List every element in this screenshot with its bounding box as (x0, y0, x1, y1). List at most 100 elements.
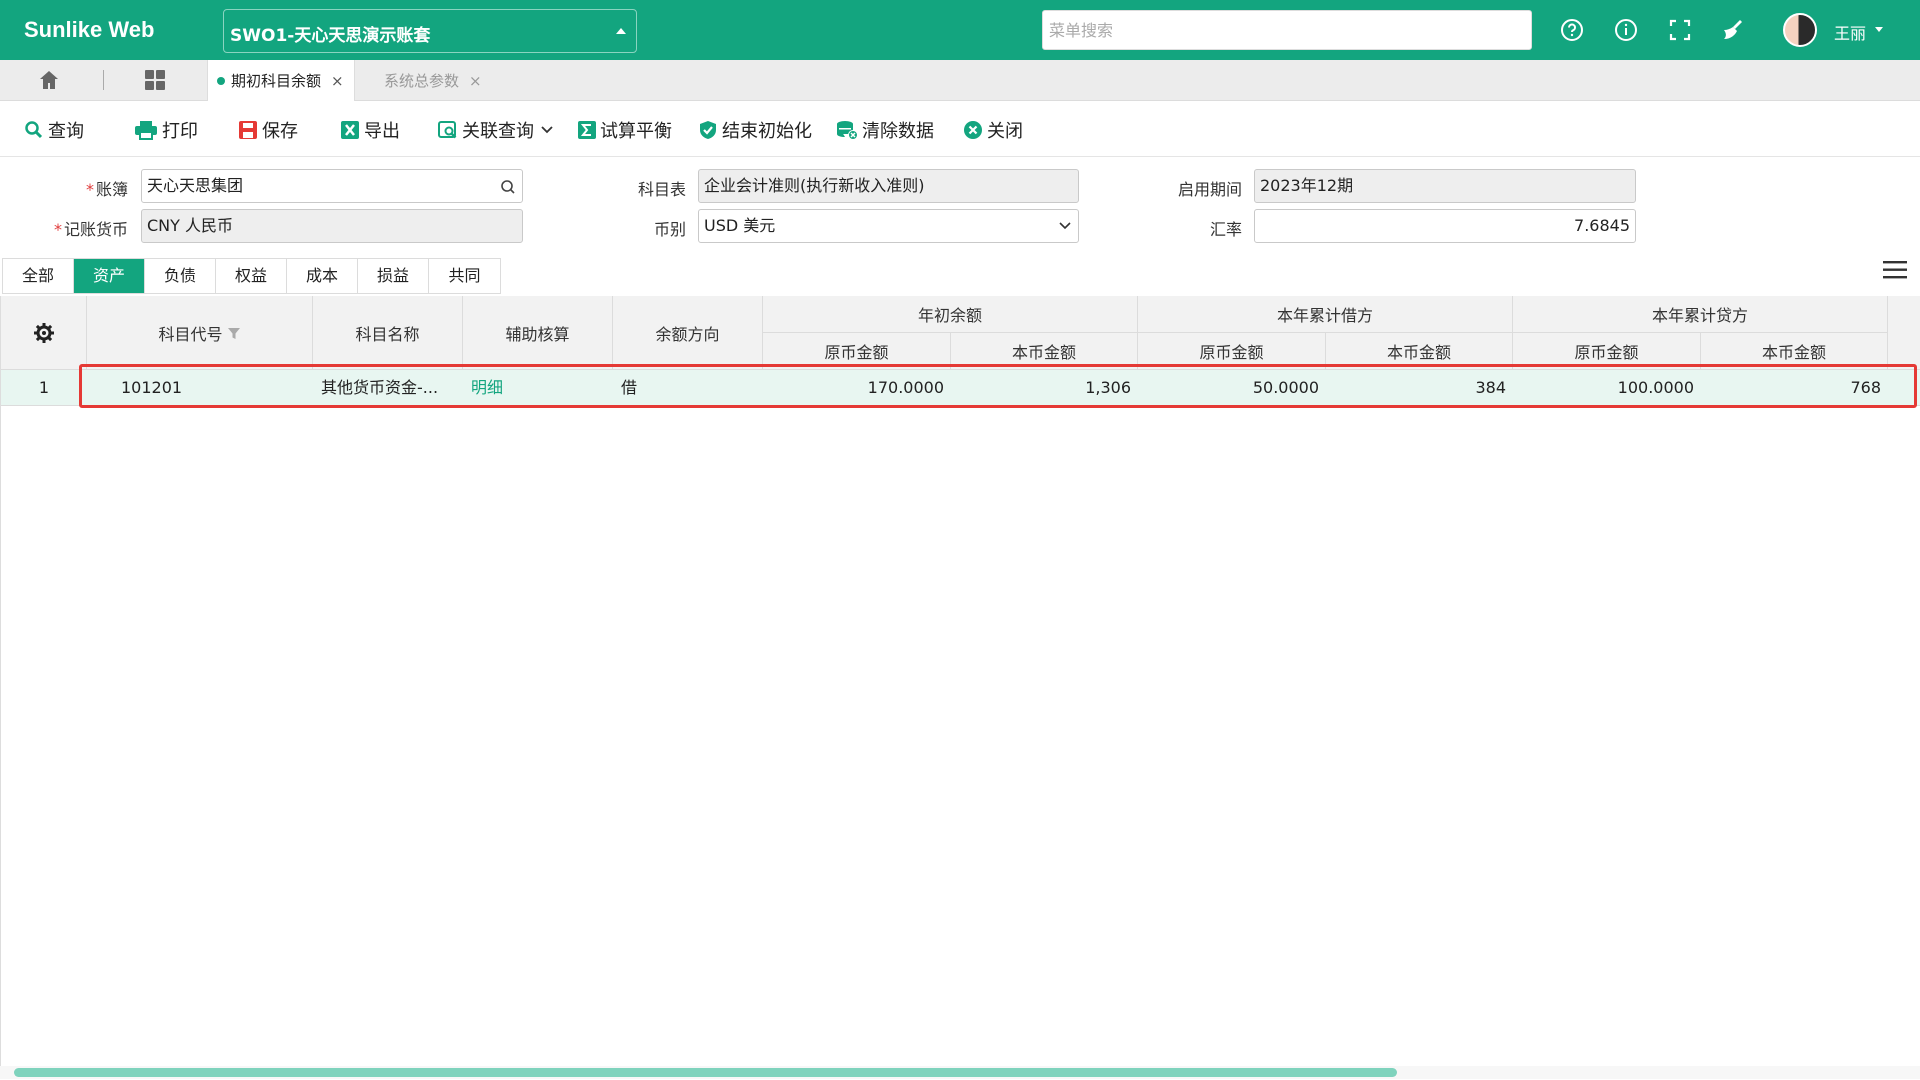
close-label: 关闭 (987, 121, 1023, 142)
related-query-button[interactable]: 关联查询 (438, 117, 558, 143)
category-tabs: 全部 资产 负债 权益 成本 损益 共同 (2, 258, 501, 294)
save-label: 保存 (262, 121, 298, 142)
chart-field: 企业会计准则(执行新收入准则) (698, 169, 1079, 203)
ledger-label: * 账簿 (85, 180, 128, 199)
search-icon (25, 121, 43, 139)
balance-table: 科目代号 科目名称 辅助核算 余额方向 年初余额 本年累计借方 本年累计贷方 原… (0, 296, 1920, 1076)
header-opening-local: 本币金额 (951, 333, 1138, 370)
aux-detail-link[interactable]: 明细 (471, 370, 601, 406)
cell-debit-local[interactable]: 384 (1326, 370, 1506, 406)
ledger-input[interactable]: 天心天思集团 (141, 169, 523, 203)
close-button[interactable]: 关闭 (963, 117, 1023, 143)
query-button[interactable]: 查询 (24, 117, 84, 143)
chevron-down-icon (541, 126, 553, 134)
help-icon[interactable] (1558, 16, 1586, 44)
tab-equity[interactable]: 权益 (216, 259, 287, 293)
account-set-select[interactable]: SWO1-天心天思演示账套 (223, 9, 637, 53)
tab-profit-loss[interactable]: 损益 (358, 259, 429, 293)
header-credit-orig: 原币金额 (1513, 333, 1701, 370)
avatar[interactable] (1783, 13, 1817, 47)
apps-grid-icon[interactable] (144, 69, 166, 91)
tab-system-params[interactable]: 系统总参数 × (356, 60, 494, 101)
tab-common[interactable]: 共同 (429, 259, 500, 293)
finish-init-button[interactable]: 结束初始化 (698, 117, 812, 143)
header-credit-local: 本币金额 (1701, 333, 1888, 370)
print-button[interactable]: 打印 (134, 117, 198, 143)
tab-liabilities[interactable]: 负债 (145, 259, 216, 293)
save-icon (239, 121, 257, 139)
cell-credit-orig[interactable]: 100.0000 (1513, 370, 1694, 406)
chart-label: 科目表 (637, 180, 686, 199)
header-opening-orig: 原币金额 (763, 333, 951, 370)
cell-credit-local[interactable]: 768 (1701, 370, 1881, 406)
currency-type-label: 币别 (653, 220, 686, 239)
gear-icon (33, 322, 54, 343)
chevron-down-icon[interactable] (1875, 27, 1883, 32)
fullscreen-icon[interactable] (1666, 16, 1694, 44)
header-direction: 余额方向 (613, 296, 763, 370)
brand-logo: Sunlike Web (24, 17, 155, 42)
table-row[interactable]: 1 101201 其他货币资金-... 明细 借 170.0000 1,306 … (1, 370, 1920, 406)
filter-form: * 账簿 天心天思集团 科目表 企业会计准则(执行新收入准则) 启用期间 2023… (0, 160, 1920, 248)
related-query-label: 关联查询 (462, 121, 534, 142)
tab-all[interactable]: 全部 (3, 259, 74, 293)
cell-code[interactable]: 101201 (121, 370, 301, 406)
currency-type-select[interactable]: USD 美元 (698, 209, 1079, 243)
column-settings-cell[interactable] (1, 296, 87, 370)
cell-name[interactable]: 其他货币资金-... (321, 370, 461, 406)
close-circle-icon (964, 121, 982, 139)
tab-label: 期初科目余额 (231, 72, 322, 90)
caret-up-icon (616, 28, 626, 34)
toolbar: 查询 打印 保存 导出 关联查询 试算平衡 结束初始化 清除数据 关闭 (0, 101, 1920, 157)
clear-data-label: 清除数据 (862, 121, 934, 142)
trial-balance-label: 试算平衡 (600, 121, 672, 142)
header-aux: 辅助核算 (463, 296, 613, 370)
export-button[interactable]: 导出 (340, 117, 400, 143)
cell-debit-orig[interactable]: 50.0000 (1138, 370, 1319, 406)
menu-search-input[interactable] (1042, 10, 1532, 50)
home-icon[interactable] (38, 69, 64, 93)
save-button[interactable]: 保存 (238, 117, 298, 143)
header-debit: 本年累计借方 (1138, 296, 1513, 333)
cell-opening-orig[interactable]: 170.0000 (763, 370, 944, 406)
close-icon[interactable]: × (469, 72, 482, 90)
rate-input[interactable]: 7.6845 (1254, 209, 1636, 243)
related-query-icon (438, 121, 457, 139)
clean-icon[interactable] (1719, 16, 1747, 44)
page-tab-bar: 期初科目余额 × 系统总参数 × (0, 60, 1920, 101)
app-header: Sunlike Web SWO1-天心天思演示账套 王丽 (0, 0, 1920, 60)
horizontal-scrollbar[interactable] (14, 1068, 1397, 1077)
print-label: 打印 (162, 121, 198, 142)
info-icon[interactable] (1612, 16, 1640, 44)
tab-assets[interactable]: 资产 (74, 259, 145, 293)
rate-label: 汇率 (1209, 220, 1242, 239)
tab-opening-balance[interactable]: 期初科目余额 × (207, 60, 355, 101)
active-dot-icon (217, 76, 225, 85)
header-opening: 年初余额 (763, 296, 1138, 333)
period-field: 2023年12期 (1254, 169, 1636, 203)
row-number: 1 (38, 378, 50, 397)
database-clear-icon (837, 121, 858, 140)
menu-icon[interactable] (1883, 260, 1907, 280)
header-debit-local: 本币金额 (1326, 333, 1513, 370)
header-debit-orig: 原币金额 (1138, 333, 1326, 370)
trial-balance-button[interactable]: 试算平衡 (578, 117, 672, 143)
cell-direction[interactable]: 借 (621, 370, 751, 406)
search-icon (501, 180, 515, 194)
chevron-down-icon (1059, 222, 1071, 230)
header-filler (1888, 296, 1920, 370)
cell-opening-local[interactable]: 1,306 (951, 370, 1131, 406)
user-name[interactable]: 王丽 (1834, 20, 1866, 44)
check-shield-icon (700, 121, 716, 139)
header-code[interactable]: 科目代号 (87, 296, 313, 370)
export-label: 导出 (364, 121, 400, 142)
clear-data-button[interactable]: 清除数据 (836, 117, 934, 143)
divider (103, 70, 104, 90)
currency-label: * 记账货币 (53, 220, 128, 239)
header-credit: 本年累计贷方 (1513, 296, 1888, 333)
close-icon[interactable]: × (331, 72, 344, 90)
tab-label: 系统总参数 (384, 72, 460, 90)
tab-cost[interactable]: 成本 (287, 259, 358, 293)
currency-field: CNY 人民币 (141, 209, 523, 243)
filter-icon (227, 327, 240, 339)
